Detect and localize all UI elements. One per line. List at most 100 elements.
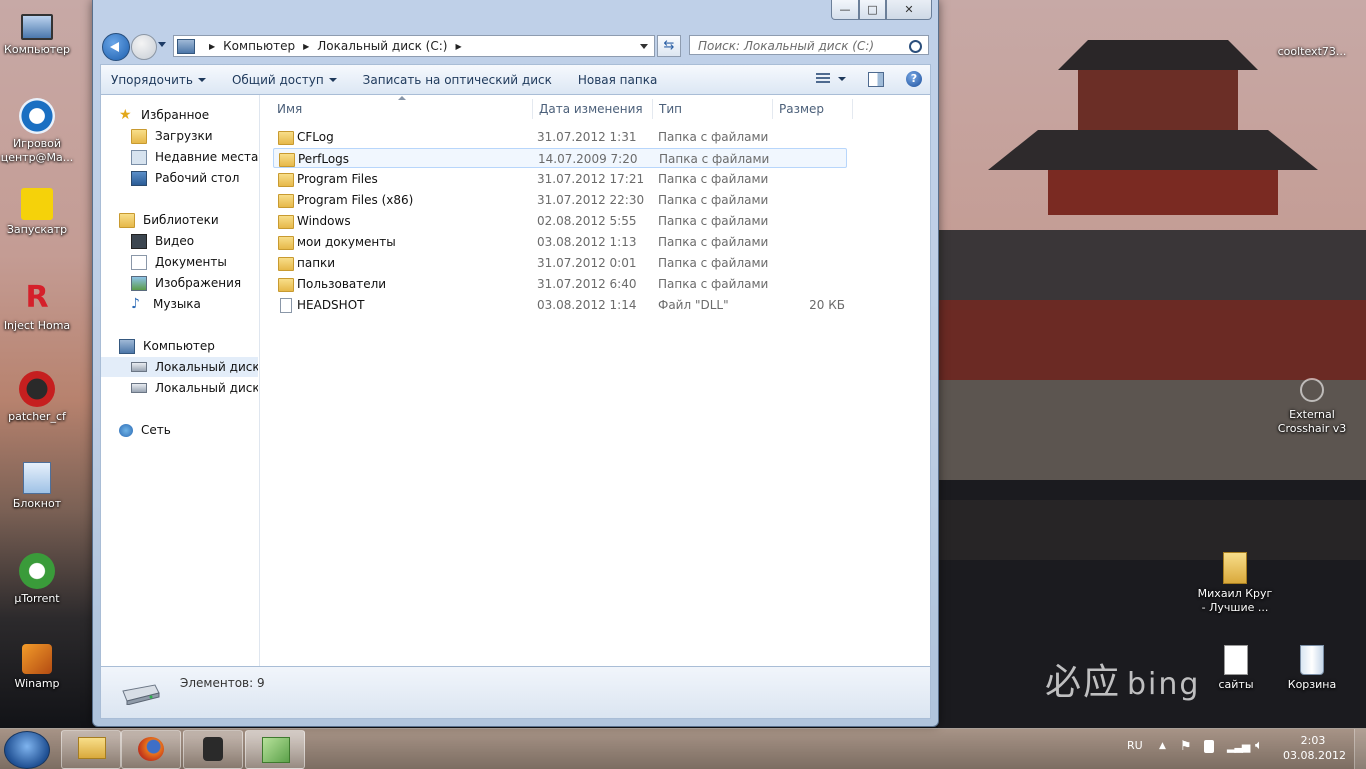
new-folder-button[interactable]: Новая папка — [565, 73, 670, 87]
chevron-down-icon — [197, 78, 206, 82]
breadcrumb-separator-icon[interactable]: ▶ — [303, 42, 309, 51]
view-options-icon[interactable] — [816, 73, 830, 85]
image-file-icon — [1294, 28, 1330, 42]
explorer-icon — [78, 737, 106, 759]
desktop-icon-sites[interactable]: сайты — [1198, 645, 1274, 692]
minimize-button[interactable]: — — [831, 0, 859, 20]
file-row[interactable]: Windows 02.08.2012 5:55 Папка с файлами — [273, 211, 847, 231]
desktop-icon-folder-krug[interactable]: Михаил Круг - Лучшие ... — [1197, 552, 1273, 615]
organize-button[interactable]: Упорядочить — [101, 73, 219, 87]
nav-computer[interactable]: Компьютер — [119, 336, 215, 356]
nav-pictures[interactable]: Изображения — [131, 273, 241, 293]
inject-icon: R — [25, 280, 49, 315]
file-row[interactable]: мои документы 03.08.2012 1:13 Папка с файл… — [273, 232, 847, 252]
folder-icon — [278, 278, 294, 292]
recent-pages-dropdown[interactable] — [158, 42, 166, 47]
search-icon[interactable] — [909, 40, 922, 53]
refresh-button[interactable]: ⇆ — [657, 35, 681, 57]
desktop-icon-cooltext[interactable]: cooltext73... — [1274, 28, 1350, 59]
item-count: Элементов: 9 — [180, 676, 265, 690]
file-row[interactable]: Program Files (x86) 31.07.2012 22:30 Папка… — [273, 190, 847, 210]
start-button[interactable] — [4, 731, 50, 769]
nav-downloads[interactable]: Загрузки — [131, 126, 213, 146]
breadcrumb-separator-icon[interactable]: ▶ — [455, 42, 461, 51]
chevron-down-icon[interactable] — [838, 77, 846, 81]
caption-buttons: — □ ✕ — [831, 0, 932, 20]
language-indicator[interactable]: RU — [1127, 739, 1143, 752]
crosshair-icon — [1300, 378, 1324, 402]
pictures-icon — [131, 275, 147, 291]
desktop-icon-patcher[interactable]: patcher_cf — [0, 371, 75, 424]
documents-icon — [131, 254, 147, 270]
nav-libraries[interactable]: Библиотеки — [119, 210, 219, 230]
address-bar[interactable]: ▶ Компьютер ▶ Локальный диск (C:) ▶ — [173, 35, 655, 57]
desktop-icon-recycle-bin[interactable]: Корзина — [1274, 645, 1350, 692]
column-header-size[interactable]: Размер — [773, 99, 853, 119]
nav-recent[interactable]: Недавние места — [131, 147, 258, 167]
nav-video[interactable]: Видео — [131, 231, 194, 251]
firefox-icon — [138, 737, 164, 761]
nav-desktop[interactable]: Рабочий стол — [131, 168, 239, 188]
taskbar-firefox-button[interactable] — [121, 730, 181, 769]
taskbar-camera-button[interactable] — [183, 730, 243, 769]
column-header-name[interactable]: Имя — [271, 99, 533, 119]
desktop-icon-utorrent[interactable]: µTorrent — [0, 553, 75, 606]
music-icon: ♪ — [131, 295, 140, 312]
breadcrumb-computer[interactable]: Компьютер — [223, 39, 295, 53]
network-icon — [119, 423, 133, 437]
desktop-icon-inject[interactable]: R Inject Homa — [0, 280, 75, 333]
close-button[interactable]: ✕ — [886, 0, 932, 20]
desktop-icon-game-center[interactable]: Игровой центр@Ma... — [0, 98, 75, 165]
navigation-pane: ★ Избранное Загрузки Недавние места Рабоч… — [101, 95, 260, 666]
desktop-icon-notepad[interactable]: Блокнот — [0, 462, 75, 511]
nav-documents[interactable]: Документы — [131, 252, 227, 272]
nav-disk-d[interactable]: Локальный диск (D:) — [131, 378, 258, 398]
nav-network[interactable]: Сеть — [119, 420, 171, 440]
nav-music[interactable]: ♪ Музыка — [131, 294, 201, 314]
explorer-window: — □ ✕ ▶ Компьютер ▶ Локальный диск (C:) … — [92, 0, 939, 727]
notepad-icon — [23, 462, 51, 494]
file-row[interactable]: HEADSHOT 03.08.2012 1:14 Файл "DLL" 20 КБ — [273, 295, 847, 315]
column-header-date[interactable]: Дата изменения — [533, 99, 653, 119]
address-dropdown-icon[interactable] — [640, 44, 648, 49]
folder-icon — [278, 173, 294, 187]
file-row[interactable]: Пользователи 31.07.2012 6:40 Папка с файла… — [273, 274, 847, 294]
file-row[interactable]: Program Files 31.07.2012 17:21 Папка с фай… — [273, 169, 847, 189]
taskbar-green-app-button[interactable] — [245, 730, 305, 769]
desktop-icon-crosshair[interactable]: External Crosshair v3 — [1274, 378, 1350, 436]
share-button[interactable]: Общий доступ — [219, 73, 350, 87]
action-center-flag-icon[interactable]: ⚑ — [1180, 739, 1192, 754]
nav-favorites[interactable]: ★ Избранное — [119, 105, 209, 125]
file-row[interactable]: CFLog 31.07.2012 1:31 Папка с файлами — [273, 127, 847, 147]
burn-button[interactable]: Записать на оптический диск — [350, 73, 565, 87]
drive-icon — [131, 383, 147, 393]
breadcrumb-separator-icon[interactable]: ▶ — [209, 42, 215, 51]
computer-icon — [177, 38, 195, 54]
maximize-button[interactable]: □ — [859, 0, 886, 20]
file-row[interactable]: папки 31.07.2012 0:01 Папка с файлами — [273, 253, 847, 273]
file-list-pane: Имя Дата изменения Тип Размер CFLog 31.07… — [259, 95, 930, 666]
drive-icon — [122, 684, 160, 705]
volume-icon[interactable]: 🔈︎ — [1255, 738, 1263, 753]
show-hidden-icons-icon[interactable]: ▲ — [1159, 741, 1166, 751]
help-icon[interactable]: ? — [906, 71, 922, 87]
chevron-down-icon — [328, 78, 337, 82]
search-input[interactable]: Поиск: Локальный диск (C:) — [689, 35, 929, 55]
clock[interactable]: 2:03 03.08.2012 — [1283, 733, 1346, 763]
file-row[interactable]: PerfLogs 14.07.2009 7:20 Папка с файлами — [273, 148, 847, 168]
desktop-icon-winamp[interactable]: Winamp — [0, 644, 75, 691]
forward-button[interactable] — [131, 34, 157, 60]
column-header-type[interactable]: Тип — [653, 99, 773, 119]
camera-app-icon — [203, 737, 223, 761]
breadcrumb-disk-c[interactable]: Локальный диск (C:) — [317, 39, 447, 53]
desktop-icon-computer[interactable]: Компьютер — [0, 8, 75, 57]
network-signal-icon[interactable]: ▂▃▅ — [1227, 740, 1250, 753]
show-desktop-button[interactable] — [1354, 729, 1366, 769]
back-button[interactable] — [102, 33, 130, 61]
nav-disk-c[interactable]: Локальный диск (C:) — [101, 357, 258, 377]
window-content: ★ Избранное Загрузки Недавние места Рабоч… — [100, 95, 931, 666]
preview-pane-icon[interactable] — [868, 71, 884, 87]
power-icon[interactable] — [1204, 740, 1214, 753]
desktop-icon-launcher[interactable]: Запускатр — [0, 188, 75, 237]
taskbar-explorer-button[interactable] — [61, 730, 121, 769]
